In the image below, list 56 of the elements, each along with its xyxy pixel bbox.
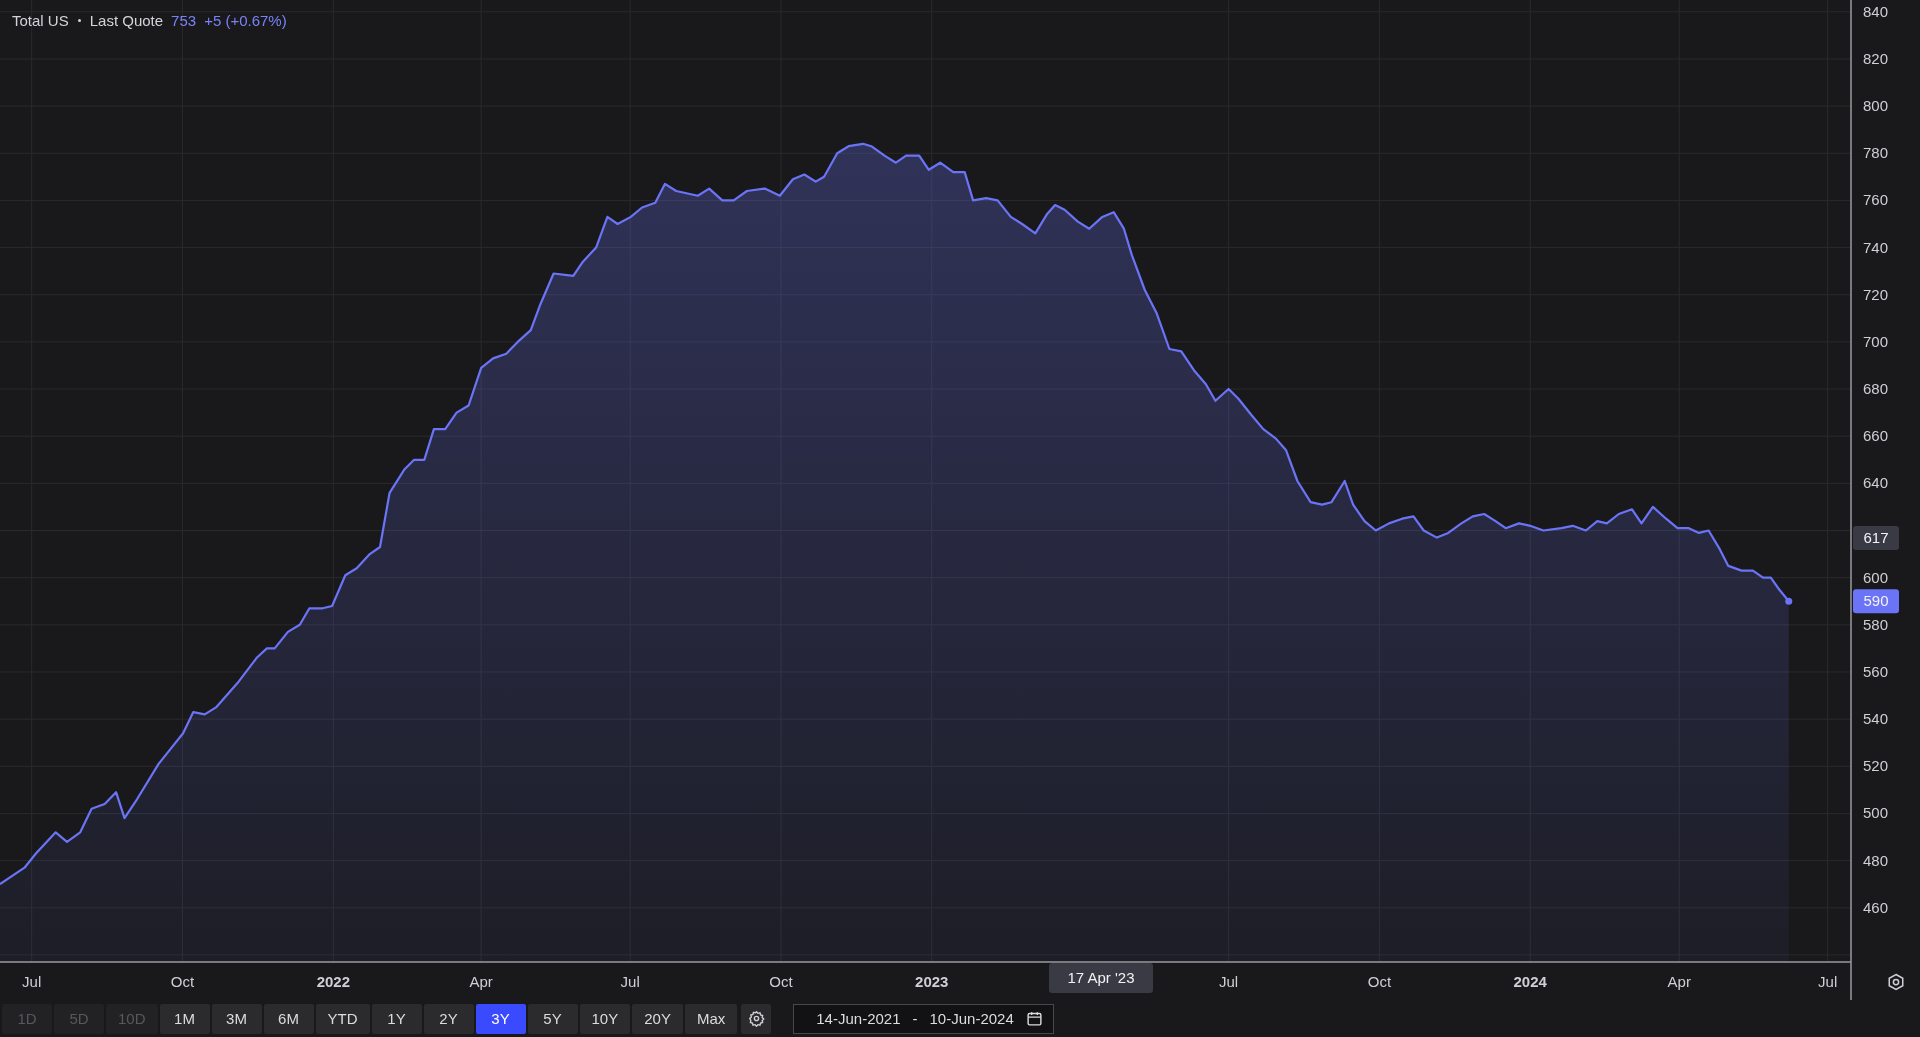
quote-change: +5 (+0.67%) [204,12,287,29]
range-button[interactable]: 3Y [475,1003,526,1034]
range-button[interactable]: 1Y [371,1003,422,1034]
quote-value: 753 [171,12,197,29]
settings-button[interactable] [741,1003,772,1034]
x-axis-label: Oct [769,973,793,990]
y-axis-label: 480 [1863,851,1889,869]
y-axis-label: 780 [1863,144,1889,162]
y-axis-label: 520 [1863,757,1889,775]
x-axis-label: Oct [170,973,195,990]
x-axis-label: 2023 [915,973,949,990]
range-button[interactable]: 3M [211,1003,262,1034]
x-axis-label: Jul [620,973,640,990]
crosshair-price-label: 617 [1853,526,1899,550]
range-button[interactable]: 20Y [632,1003,683,1034]
y-axis-label: 820 [1863,49,1889,67]
x-axis-label: Jul [22,973,42,990]
range-button[interactable]: 1M [159,1003,210,1034]
crosshair-date-label: 17 Apr '23 [1049,963,1153,993]
y-axis-label: 660 [1863,427,1889,445]
y-axis-label: 740 [1863,238,1889,256]
separator-dot-icon [77,19,81,22]
y-axis-label: 840 [1863,2,1889,20]
y-axis-label: 760 [1863,191,1889,209]
x-axis-label: 2024 [1513,973,1547,990]
y-axis-label: 580 [1863,615,1889,633]
last-value-label: 590 [1853,589,1899,614]
y-axis-label: 560 [1863,663,1889,680]
y-axis-label: 540 [1863,710,1889,728]
range-button[interactable]: 5Y [527,1003,578,1034]
range-button[interactable]: 2Y [423,1003,474,1034]
series-name: Total US [12,12,69,29]
range-button[interactable]: 6M [263,1003,314,1034]
y-axis-label: 640 [1863,474,1889,492]
calendar-icon [1025,1010,1043,1027]
y-axis-label: 460 [1863,898,1889,916]
date-range-field[interactable]: 14-Jun-2021 - 10-Jun-2024 [793,1003,1054,1034]
y-axis-label: 700 [1863,332,1889,350]
y-axis-label: 720 [1863,285,1889,303]
x-axis-label: Apr [469,973,493,990]
y-axis-label: 800 [1863,97,1889,115]
range-button[interactable]: Max [684,1003,738,1034]
quote-label: Last Quote [89,12,164,29]
settings-icon [1887,973,1905,991]
x-axis-label: 2022 [316,973,350,990]
x-axis-label: Oct [1367,973,1392,990]
range-button[interactable]: 10Y [579,1003,631,1034]
last-point-marker [1785,597,1793,605]
y-axis-label: 680 [1863,380,1889,398]
range-button[interactable]: YTD [315,1003,370,1034]
y-axis-label: 600 [1863,568,1889,586]
x-axis-label: Jul [1219,973,1239,990]
x-axis-label: Jul [1818,973,1838,990]
x-axis-label: Apr [1667,973,1691,990]
y-axis-label: 500 [1863,804,1889,822]
settings-icon [747,1010,765,1027]
